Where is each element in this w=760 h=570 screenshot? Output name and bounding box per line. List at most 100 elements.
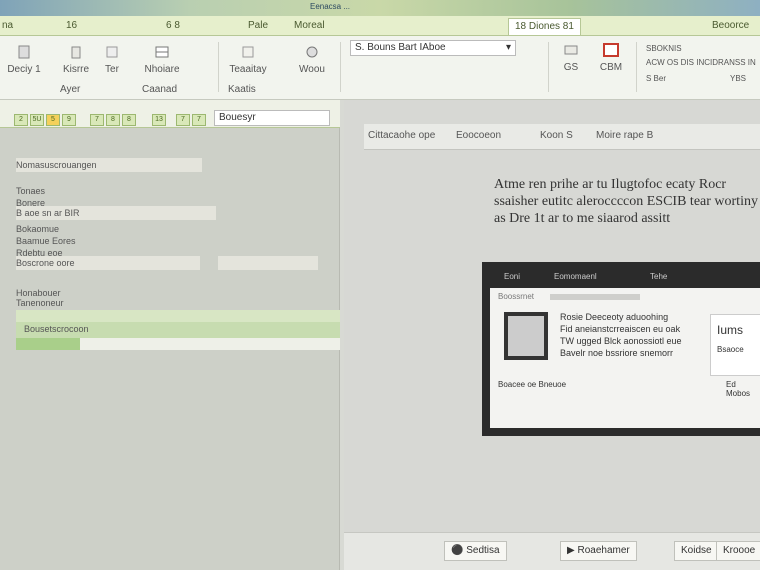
tab-right-3[interactable]: Koon S — [540, 130, 573, 141]
chevron-down-icon: ▾ — [505, 42, 511, 53]
play-icon: ▶ — [567, 545, 575, 556]
embedded-footer: Boacee oe Bneuoe — [498, 380, 567, 389]
ribbon-divider — [548, 42, 549, 92]
ribbon-button-3[interactable]: Ter — [98, 44, 126, 75]
list-item[interactable]: Nomasuscrouangen — [16, 160, 97, 174]
left-toolbar: 2 5U 5 9 7 8 8 13 7 7 Bouesyr — [0, 100, 340, 128]
ribbon-label: Nhoiare — [144, 64, 180, 75]
embedded-text: Bavelr noe bssriore snemorr — [560, 348, 674, 358]
dropdown-value: S. Bouns Bart IAboe — [355, 42, 446, 53]
format-icon — [106, 46, 118, 58]
green-bar — [16, 338, 80, 350]
ribbon-label: GS — [563, 62, 579, 73]
row-bar — [218, 256, 318, 270]
window-title: Eenacsa ... — [310, 2, 351, 11]
embedded-title-item: Eoni — [504, 272, 521, 281]
grid-cell[interactable]: 7 — [90, 114, 104, 126]
tab-active[interactable]: 18 Diones 81 — [508, 18, 581, 35]
ribbon-divider — [340, 42, 341, 92]
right-text-1: SBOKNIS — [646, 44, 682, 53]
ribbon-button-7[interactable]: GS — [556, 42, 586, 73]
row-bar — [80, 338, 340, 350]
ribbon-button-8[interactable]: CBM — [596, 42, 626, 73]
title-strip: Eenacsa ... — [0, 0, 760, 16]
embedded-title-item: Eomomaenl — [554, 272, 597, 281]
tab-right-4[interactable]: Moire rape B — [596, 130, 653, 141]
style-icon — [242, 46, 254, 58]
list-item[interactable]: Boscrone oore — [16, 258, 75, 272]
tab-right-1[interactable]: Cittacaohe ope — [368, 130, 435, 141]
ribbon-button-4[interactable]: Nhoiare — [140, 44, 184, 75]
embedded-content: Boossrnet Rosie Deeceoty aduoohing Fid a… — [490, 288, 760, 428]
tab-5[interactable]: Moreal — [294, 18, 325, 34]
tab-right-2[interactable]: Eoocoeon — [456, 130, 501, 141]
table-icon — [155, 46, 169, 58]
ribbon-label: Ter — [105, 64, 119, 75]
status-button-4[interactable]: Kroooe — [716, 541, 760, 561]
ribbon-label: Teaaitay — [229, 64, 267, 75]
ribbon-label: Kisrre — [62, 64, 90, 75]
ribbon-sub-2: Caanad — [142, 84, 178, 95]
embedded-text: Rosie Deeceoty aduoohing — [560, 312, 669, 322]
embedded-box-title: Iums — [717, 323, 744, 337]
grid-cell[interactable]: 5U — [30, 114, 44, 126]
ribbon-sub-1: Ayer — [60, 84, 81, 95]
status-label: Sedtisa — [466, 545, 500, 556]
grid-cell[interactable]: 7 — [192, 114, 206, 126]
grid-cell[interactable]: 7 — [176, 114, 190, 126]
ribbon-button-2[interactable]: Kisrre — [56, 44, 96, 75]
ribbon: Deciy 1 Kisrre Ter Nhoiare Ayer Caanad K… — [0, 36, 760, 100]
ribbon-label: CBM — [599, 62, 623, 73]
selection-band — [16, 310, 340, 322]
gear-icon — [306, 46, 318, 58]
embedded-footer: Ed Mobos — [726, 380, 751, 398]
selected-row[interactable]: Bousetscrocoon — [16, 322, 340, 338]
tab-right[interactable]: Beoorce — [712, 18, 749, 34]
paste-icon — [18, 45, 30, 59]
tab-4[interactable]: Pale — [248, 18, 268, 34]
right-text-2: ACW OS DIS INCIDRANSS IN — [646, 58, 756, 67]
grid-cell[interactable]: 9 — [62, 114, 76, 126]
embedded-box-text: Bsaoce — [717, 345, 744, 354]
check-icon: ⚫ — [451, 545, 464, 556]
ribbon-divider — [636, 42, 637, 92]
name-box-input[interactable]: Bouesyr — [214, 110, 330, 126]
ribbon-button-1[interactable]: Deciy 1 — [4, 44, 44, 75]
grid-cell[interactable]: 8 — [106, 114, 120, 126]
tab-3[interactable]: 6 8 — [166, 18, 180, 34]
embedded-title-item: Tehe — [650, 272, 668, 281]
grid-cell[interactable]: 8 — [122, 114, 136, 126]
grid-cell[interactable]: 13 — [152, 114, 166, 126]
right-text-4: YBS — [730, 74, 747, 83]
embedded-side-box[interactable]: Iums Bsaoce — [710, 314, 760, 376]
tab-2[interactable]: 16 — [66, 18, 77, 34]
embedded-line: Boossrnet — [498, 292, 535, 301]
status-button-2[interactable]: ▶ Roaehamer — [560, 541, 637, 561]
embedded-progress — [550, 294, 640, 300]
embedded-text: Fid aneianstcrreaiscen eu oak — [560, 324, 681, 334]
status-bar: ⚫ Sedtisa ▶ Roaehamer Koidse Kroooe — [344, 532, 760, 570]
embedded-text: TW ugged Blck aonossiotl eue — [560, 336, 682, 346]
status-button-3[interactable]: Koidse — [674, 541, 719, 561]
tab-bar: na 16 6 8 Pale Moreal 18 Diones 81 Beoor… — [0, 16, 760, 36]
list-item[interactable]: B aoe sn ar BIR — [16, 208, 80, 222]
ribbon-button-6[interactable]: Woou — [292, 44, 332, 75]
grid-cell[interactable]: 5 — [46, 114, 60, 126]
grid-cell[interactable]: 2 — [14, 114, 28, 126]
ribbon-button-5[interactable]: Teaaitay — [226, 44, 270, 75]
list-item-selected: Bousetscrocoon — [24, 324, 89, 334]
description-text: Atme ren prihe ar tu Ilugtofoc ecaty Roc… — [494, 177, 758, 226]
ribbon-sub-3: Kaatis — [228, 84, 256, 95]
status-label: Roaehamer — [577, 545, 630, 556]
embedded-title-bar: Eoni Eomomaenl Tehe — [490, 268, 760, 286]
right-tab-bar: Cittacaohe ope Eoocoeon Koon S Moire rap… — [364, 124, 760, 150]
style-dropdown[interactable]: S. Bouns Bart IAboe ▾ — [350, 40, 516, 56]
image-thumbnail-icon — [504, 312, 548, 360]
status-button-1[interactable]: ⚫ Sedtisa — [444, 541, 507, 561]
ribbon-label: Woou — [299, 64, 325, 75]
highlight-icon — [603, 43, 619, 57]
right-text-3: S Ber — [646, 74, 667, 83]
clipboard-icon — [71, 46, 81, 59]
ribbon-label: Deciy 1 — [7, 64, 41, 75]
tab-1[interactable]: na — [2, 18, 13, 34]
